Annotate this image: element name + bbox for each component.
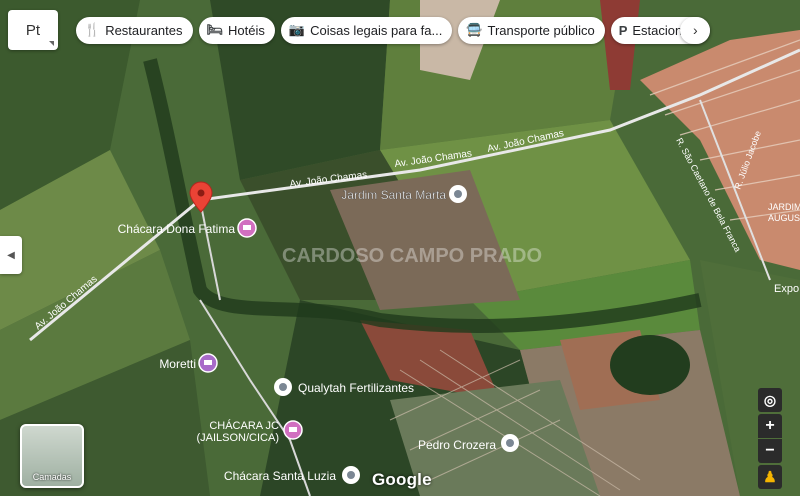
area-label: Expo	[774, 283, 799, 295]
place-marker-moretti[interactable]: Moretti	[159, 353, 218, 373]
watermark: CARDOSO CAMPO PRADO	[282, 245, 542, 267]
chip-label: Hotéis	[228, 22, 265, 38]
bed-icon: 🛏	[206, 22, 224, 37]
place-label: Pedro Crozera	[418, 438, 496, 452]
chip-label: Restaurantes	[105, 22, 183, 38]
chip-restaurantes[interactable]: 🍴 Restaurantes	[76, 16, 193, 44]
place-label: (JAILSON/CICA)	[196, 432, 279, 444]
place-label: Chácara Dona Fatima	[118, 222, 236, 236]
collapse-panel-button[interactable]: ◀	[0, 236, 22, 274]
place-label: CHÁCARA JC	[209, 419, 279, 432]
fork-knife-icon: 🍴	[84, 22, 101, 37]
my-location-icon[interactable]: ◎	[758, 388, 782, 412]
chip-hoteis[interactable]: 🛏 Hotéis	[198, 16, 275, 44]
area-label: JARDIM	[768, 202, 800, 212]
area-label: AUGUS	[768, 213, 800, 223]
place-label: Jardim Santa Marta	[341, 188, 446, 202]
layers-button[interactable]: Camadas	[20, 424, 84, 488]
place-label: Chácara Santa Luzia	[224, 469, 336, 483]
camera-icon: 📷	[288, 22, 306, 37]
zoom-out-button[interactable]: −	[758, 439, 782, 463]
zoom-in-button[interactable]: +	[758, 414, 782, 438]
caret-icon	[49, 41, 54, 46]
map-toolbar: Pt 🍴 Restaurantes 🛏 Hotéis 📷 Coisas lega…	[8, 10, 711, 50]
place-label: Moretti	[159, 357, 196, 371]
layers-label: Camadas	[32, 472, 72, 482]
forest-patch	[610, 335, 690, 395]
maptype-button[interactable]: Pt	[8, 10, 58, 50]
bus-icon: 🚍	[466, 22, 483, 37]
chip-coisas-legais[interactable]: 📷 Coisas legais para fa...	[280, 16, 453, 44]
satellite-map[interactable]: Av. João Chamas Av. João Chamas Av. João…	[0, 0, 800, 496]
parking-icon: P	[618, 22, 628, 38]
google-logo: Google	[372, 470, 432, 489]
pegman-icon[interactable]: ♟	[758, 465, 782, 489]
place-label: Qualytah Fertilizantes	[298, 381, 414, 395]
chevron-right-icon[interactable]: ›	[680, 16, 711, 44]
chip-label: Coisas legais para fa...	[310, 22, 443, 38]
maptype-label: Pt	[25, 21, 41, 39]
chip-transporte[interactable]: 🚍 Transporte público	[458, 16, 605, 44]
chip-label: Transporte público	[487, 22, 595, 38]
